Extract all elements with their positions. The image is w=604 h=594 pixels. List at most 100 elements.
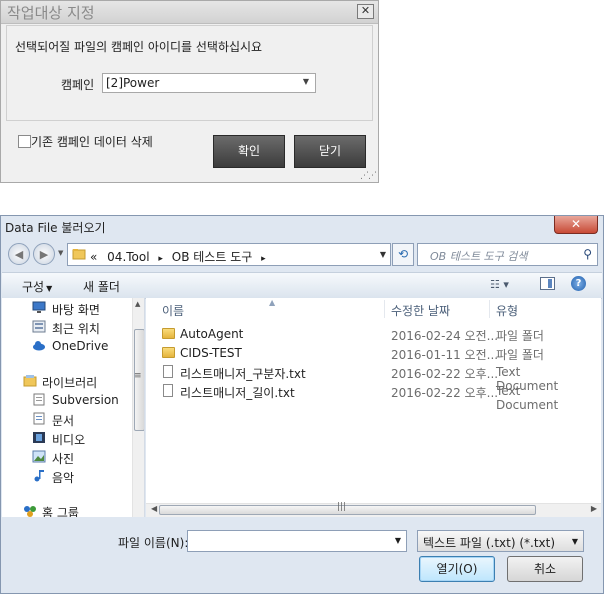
instruction-text: 선택되어질 파일의 캠페인 아이디를 선택하십시요: [15, 40, 263, 54]
folder-icon: [162, 347, 175, 358]
scrollbar-grip-icon: |||: [337, 502, 347, 512]
breadcrumb-item[interactable]: OB 테스트 도구: [172, 250, 253, 264]
organize-menu[interactable]: 구성 ▼: [22, 278, 52, 295]
nav-item-music[interactable]: 음악: [52, 469, 74, 486]
text-file-icon: [163, 365, 173, 378]
command-bar: 구성 ▼ 새 폴더 ☷ ▾ ?: [2, 272, 602, 299]
pictures-icon: [32, 450, 46, 463]
chevron-down-icon[interactable]: ▼: [395, 536, 401, 545]
music-icon: [34, 470, 44, 482]
file-row[interactable]: AutoAgent 2016-02-24 오전... 파일 폴더: [146, 325, 586, 343]
column-header-type[interactable]: 유형: [496, 302, 518, 319]
nav-item-documents[interactable]: 문서: [52, 412, 74, 429]
file-name: CIDS-TEST: [180, 346, 242, 360]
help-icon[interactable]: ?: [571, 276, 586, 291]
ok-button[interactable]: 확인: [213, 135, 285, 168]
filetype-value: 텍스트 파일 (.txt) (*.txt): [423, 536, 556, 550]
recent-places-icon: [32, 320, 46, 333]
close-button[interactable]: 닫기: [294, 135, 366, 168]
nav-item-onedrive[interactable]: OneDrive: [52, 339, 108, 353]
file-type: Text Document: [496, 384, 559, 412]
back-icon[interactable]: ◀: [8, 243, 30, 265]
nav-item-subversion[interactable]: Subversion: [52, 393, 119, 407]
scroll-left-icon[interactable]: ◀: [151, 504, 157, 513]
nav-item-recent[interactable]: 최근 위치: [52, 320, 100, 337]
column-header-name[interactable]: 이름: [162, 302, 184, 319]
refresh-icon[interactable]: ⟲: [392, 243, 414, 266]
dialog-title-bar[interactable]: 작업대상 지정 ✕: [1, 1, 378, 24]
address-bar[interactable]: « 04.Tool ▸ OB 테스트 도구 ▸ ▼: [67, 243, 391, 266]
chevron-down-icon[interactable]: ▼: [380, 250, 386, 259]
search-input[interactable]: OB 테스트 도구 검색 ⚲: [417, 243, 598, 266]
file-modified: 2016-02-22 오후...: [391, 367, 499, 381]
scroll-right-icon[interactable]: ▶: [591, 504, 597, 513]
column-divider[interactable]: [384, 300, 385, 318]
new-folder-button[interactable]: 새 폴더: [83, 278, 120, 295]
close-icon[interactable]: ✕: [554, 216, 598, 234]
campaign-select-value: [2]Power: [106, 76, 160, 90]
chevron-down-icon: ▼: [46, 284, 53, 293]
delete-data-label[interactable]: 기존 캠페인 데이터 삭제: [31, 133, 153, 150]
nav-item-libraries[interactable]: 라이브러리: [42, 374, 97, 391]
search-placeholder: OB 테스트 도구 검색: [430, 250, 528, 263]
nav-item-videos[interactable]: 비디오: [52, 431, 85, 448]
scrollbar-thumb[interactable]: [159, 505, 536, 515]
campaign-dialog: 작업대상 지정 ✕ 선택되어질 파일의 캠페인 아이디를 선택하십시요 캠페인 …: [0, 0, 379, 183]
file-modified: 2016-02-24 오전...: [391, 329, 499, 343]
sort-ascending-icon: ▲: [269, 298, 276, 307]
file-name: 리스트매니저_구분자.txt: [180, 367, 306, 381]
folder-icon: [162, 328, 175, 339]
delete-data-checkbox[interactable]: [18, 135, 31, 148]
dialog-title: 작업대상 지정: [7, 4, 95, 22]
scrollbar-grip-icon: ≡: [134, 371, 142, 381]
filetype-select[interactable]: 텍스트 파일 (.txt) (*.txt) ▼: [417, 530, 584, 552]
breadcrumb-separator-icon[interactable]: ▸: [261, 254, 266, 264]
view-options-icon[interactable]: ☷ ▾: [490, 278, 509, 291]
breadcrumb: « 04.Tool ▸ OB 테스트 도구 ▸: [90, 248, 266, 265]
scroll-up-icon[interactable]: ▲: [135, 300, 140, 308]
nav-item-desktop[interactable]: 바탕 화면: [52, 301, 100, 318]
nav-item-homegroup[interactable]: 홈 그룹: [42, 504, 79, 517]
file-row[interactable]: CIDS-TEST 2016-01-11 오전... 파일 폴더: [146, 344, 586, 362]
file-modified: 2016-02-22 오후...: [391, 386, 499, 400]
chevron-down-icon: ▼: [571, 537, 578, 546]
file-list-scrollbar[interactable]: ◀ ||| ▶: [146, 502, 601, 517]
cloud-icon: [33, 341, 45, 351]
forward-icon[interactable]: ▶: [33, 243, 55, 265]
breadcrumb-item[interactable]: 04.Tool: [107, 250, 149, 264]
documents-icon: [33, 412, 45, 425]
chevron-down-icon: ▼: [302, 77, 309, 86]
file-list: ▲ 이름 수정한 날짜 유형 AutoAgent 2016-02-24 오전..…: [146, 298, 601, 517]
cancel-button[interactable]: 취소: [507, 556, 583, 582]
navigation-pane: 바탕 화면 최근 위치 OneDrive 라이브러리 Subversion 문서…: [2, 298, 145, 517]
campaign-select[interactable]: [2]Power ▼: [102, 73, 316, 93]
file-row[interactable]: 리스트매니저_구분자.txt 2016-02-22 오후... Text Doc…: [146, 363, 586, 393]
file-row[interactable]: 리스트매니저_길이.txt 2016-02-22 오후... Text Docu…: [146, 382, 586, 412]
video-icon: [33, 432, 45, 443]
homegroup-icon: [24, 506, 36, 517]
breadcrumb-separator-icon[interactable]: ▸: [158, 254, 163, 264]
nav-item-pictures[interactable]: 사진: [52, 450, 74, 467]
campaign-label: 캠페인: [61, 78, 95, 92]
folder-icon: [72, 249, 86, 260]
library-icon: [23, 375, 37, 387]
subversion-icon: [33, 393, 45, 406]
file-name: AutoAgent: [180, 327, 244, 341]
column-header-modified[interactable]: 수정한 날짜: [391, 302, 450, 319]
file-modified: 2016-01-11 오전...: [391, 348, 499, 362]
recent-locations-icon[interactable]: ▼: [58, 249, 63, 257]
open-button[interactable]: 열기(O): [419, 556, 495, 582]
close-icon[interactable]: ✕: [357, 4, 374, 19]
file-open-dialog: Data File 불러오기 ✕ ◀ ▶ ▼ « 04.Tool ▸ OB 테스…: [0, 215, 604, 594]
text-file-icon: [163, 384, 173, 397]
filename-label: 파일 이름(N):: [118, 536, 189, 550]
resize-grip-icon[interactable]: ⋰⋰: [360, 171, 377, 181]
breadcrumb-overflow[interactable]: «: [90, 250, 97, 264]
file-type: 파일 폴더: [496, 329, 544, 343]
organize-label: 구성: [22, 280, 45, 294]
filename-input[interactable]: ▼: [187, 530, 407, 552]
column-divider[interactable]: [489, 300, 490, 318]
nav-scrollbar[interactable]: ▲ ≡: [132, 298, 144, 517]
search-icon[interactable]: ⚲: [583, 247, 592, 261]
preview-pane-icon[interactable]: [540, 277, 555, 290]
